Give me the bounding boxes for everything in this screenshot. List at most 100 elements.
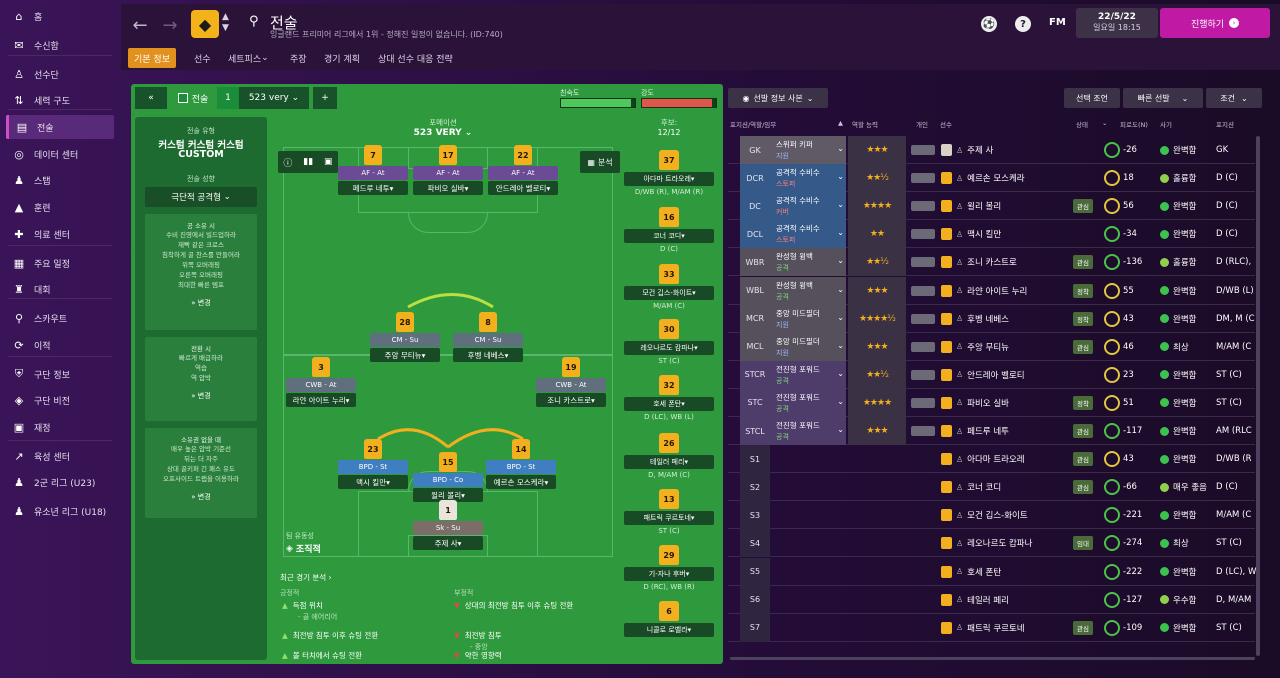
row-position[interactable]: DCR <box>740 164 770 193</box>
row-position[interactable]: GK <box>740 136 770 164</box>
player-role[interactable]: AF - At <box>488 166 558 180</box>
row-player[interactable]: ♙ 예르손 모스케라 <box>941 164 1025 192</box>
horizontal-scrollbar[interactable] <box>730 657 1255 660</box>
player-name[interactable]: 페드루 네투 ▾ <box>338 181 408 195</box>
row-role[interactable]: 공격적 수비수 스토퍼 ⌄ <box>770 164 846 193</box>
row-player[interactable]: ♙ 페드루 네투 <box>941 417 1009 445</box>
analysis-title[interactable]: 최근 경기 분석 › <box>280 572 332 583</box>
player-role[interactable]: CWB - At <box>286 378 356 392</box>
tactic-slot[interactable]: 1 <box>217 87 239 109</box>
row-role[interactable]: 전진형 포워드 공격 ⌄ <box>770 417 846 445</box>
individual-instructions-icon[interactable] <box>911 285 935 296</box>
player-name[interactable]: 안드레아 벨로티 ▾ <box>488 181 558 195</box>
row-role[interactable]: 전진형 포워드 공격 ⌄ <box>770 360 846 389</box>
row-position[interactable]: S2 <box>740 473 770 502</box>
sub-player-name[interactable]: 아다마 트라오레 ▾ <box>624 172 714 186</box>
sub-player-name[interactable]: 패트릭 쿠르토네 ▾ <box>624 511 714 525</box>
sub-player-name[interactable]: 테일러 페리 ▾ <box>624 455 714 469</box>
player-role[interactable]: AF - At <box>413 166 483 180</box>
tab-1[interactable]: 선수 <box>188 48 217 68</box>
row-role[interactable]: 중앙 미드필더 지원 ⌄ <box>770 304 846 333</box>
help-icon[interactable]: ? <box>1015 16 1031 32</box>
pitch-player[interactable]: 15 BPD - Co 윌리 볼리 ▾ <box>413 452 483 502</box>
pitch-player[interactable]: 14 BPD - St 예르손 모스케라 ▾ <box>486 439 556 489</box>
view-dropdown[interactable]: ◉ 선발 정보 사본 ⌄ <box>728 88 828 108</box>
row-position[interactable]: DCL <box>740 220 770 249</box>
table-row[interactable]: DC 공격적 수비수 커버 ⌄ ★★★★ ♙ 윌리 볼리 관심 56 완벽함 D (C) <box>728 192 1255 221</box>
table-row[interactable]: MCR 중앙 미드필더 지원 ⌄ ★★★★½ ♙ 후벵 네베스 정착 43 완벽함 DM, M (C <box>728 304 1255 333</box>
table-row[interactable]: WBL 완성형 윙백 공격 ⌄ ★★★ ♙ 라얀 아이트 누리 정착 55 완벽함 D/WB (L) <box>728 276 1255 305</box>
sidebar-item-medical[interactable]: ✚ 의료 센터 <box>6 222 114 246</box>
table-row[interactable]: S1 ♙ 아다마 트라오레 관심 43 완벽함 D/WB (R <box>728 445 1255 474</box>
table-row[interactable]: S4 ♙ 레오나르도 캄파나 임대 -274 최상 ST (C) <box>728 529 1255 558</box>
pitch-player[interactable]: 17 AF - At 파비오 실바 ▾ <box>413 145 483 195</box>
row-player[interactable]: ♙ 윌리 볼리 <box>941 192 1001 220</box>
table-row[interactable]: S6 ♙ 테일러 페리 -127 우수함 D, M/AM <box>728 585 1255 614</box>
row-role[interactable]: 스위퍼 키퍼 지원 ⌄ <box>770 136 846 164</box>
search-icon[interactable]: ⚲ <box>249 14 259 29</box>
row-role[interactable]: 공격적 수비수 스토퍼 ⌄ <box>770 220 846 249</box>
player-role[interactable]: BPD - Co <box>413 473 483 487</box>
row-player[interactable]: ♙ 주제 사 <box>941 136 993 164</box>
tab-4[interactable]: 경기 계획 <box>318 48 366 68</box>
row-position[interactable]: WBR <box>740 248 770 277</box>
negative-item[interactable]: ▼ 상대의 최전방 침투 이후 슈팅 전환 <box>454 600 573 611</box>
individual-instructions-icon[interactable] <box>911 173 935 184</box>
individual-instructions-icon[interactable] <box>911 313 935 324</box>
row-role[interactable] <box>770 586 846 614</box>
col-status[interactable]: 상태 <box>1076 119 1088 129</box>
mentality-dropdown[interactable]: 극단적 공격형 ⌄ <box>145 187 257 207</box>
row-position[interactable]: DC <box>740 192 770 221</box>
row-player[interactable]: ♙ 테일러 페리 <box>941 586 1009 614</box>
sub-player[interactable]: 6 니콜로 로벨라 ▾ <box>624 601 714 639</box>
row-role[interactable] <box>770 501 846 529</box>
table-row[interactable]: S5 ♙ 호세 폰탄 -222 완벽함 D (LC), W <box>728 557 1256 586</box>
ball-icon[interactable]: ⚽ <box>981 16 997 32</box>
col-fatigue[interactable]: 피로도(N) <box>1120 119 1148 129</box>
familiarity-meter[interactable] <box>560 98 636 108</box>
sidebar-item-inbox[interactable]: ✉ 수신함 <box>6 33 114 57</box>
transition-change-button[interactable]: » 변경 <box>145 391 257 401</box>
col-position-rating[interactable]: 포지션 <box>1216 119 1234 129</box>
player-role[interactable]: CM - Su <box>370 333 440 347</box>
tab-2[interactable]: 세트피스 ⌄ <box>222 48 275 68</box>
sub-player[interactable]: 30 레오나르도 캄파나 ▾ ST (C) <box>624 319 714 365</box>
sidebar-item-home[interactable]: ⌂ 홈 <box>6 4 114 28</box>
positive-item[interactable]: ▲ 볼 터치에서 슈팅 전환 <box>282 650 362 661</box>
sub-player[interactable]: 13 패트릭 쿠르토네 ▾ ST (C) <box>624 489 714 535</box>
row-role[interactable]: 완성형 윙백 공격 ⌄ <box>770 248 846 277</box>
row-position[interactable]: MCL <box>740 332 770 361</box>
col-role-ability[interactable]: 역할 능력 <box>852 119 878 129</box>
table-row[interactable]: STCL 전진형 포워드 공격 ⌄ ★★★ ♙ 페드루 네투 관심 -117 완벽함 AM (RLC <box>728 417 1255 445</box>
sidebar-item-staff[interactable]: ♟ 스탭 <box>6 168 114 192</box>
row-position[interactable]: STCR <box>740 360 770 389</box>
table-row[interactable]: S2 ♙ 코너 코디 관심 -66 매우 좋음 D (C) <box>728 473 1255 502</box>
row-position[interactable]: MCR <box>740 304 770 333</box>
club-switch-icon[interactable]: ▲ ▼ <box>222 12 229 34</box>
table-row[interactable]: STCR 전진형 포워드 공격 ⌄ ★★½ ♙ 안드레아 벨로티 23 완벽함 ST (C) <box>728 360 1255 389</box>
player-name[interactable]: 후벵 네베스 ▾ <box>453 348 523 362</box>
player-name[interactable]: 예르손 모스케라 ▾ <box>486 475 556 489</box>
table-row[interactable]: DCR 공격적 수비수 스토퍼 ⌄ ★★½ ♙ 예르손 모스케라 18 훌륭함 D (C) <box>728 164 1255 193</box>
row-position[interactable]: STC <box>740 388 770 417</box>
club-crest-icon[interactable]: ◆ <box>191 10 219 38</box>
sidebar-item-squad[interactable]: ♙ 선수단 <box>6 62 114 86</box>
forward-button[interactable]: → <box>159 14 181 36</box>
row-player[interactable]: ♙ 코너 코디 <box>941 473 1001 501</box>
positive-item[interactable]: ▲ 득점 위치 <box>282 600 323 611</box>
positive-item[interactable]: ▲ 최전방 침투 이후 슈팅 전환 <box>282 630 378 641</box>
sidebar-item-calendar[interactable]: ▦ 주요 일정 <box>6 251 114 275</box>
row-position[interactable]: WBL <box>740 276 770 305</box>
table-row[interactable]: MCL 중앙 미드필더 지원 ⌄ ★★★ ♙ 주앙 무티뉴 관심 46 최상 M/AM (C <box>728 332 1255 361</box>
row-position[interactable]: S4 <box>740 529 770 558</box>
table-row[interactable]: GK 스위퍼 키퍼 지원 ⌄ ★★★ ♙ 주제 사 -26 완벽함 GK <box>728 136 1255 164</box>
row-role[interactable] <box>770 445 846 473</box>
row-role[interactable]: 공격적 수비수 커버 ⌄ <box>770 192 846 221</box>
row-player[interactable]: ♙ 조니 카스트로 <box>941 248 1017 276</box>
sidebar-item-finance[interactable]: ▣ 재정 <box>6 415 114 439</box>
fluidity-value[interactable]: ◈ 조직적 <box>286 542 321 556</box>
filter-button[interactable]: 조건 ⌄ <box>1206 88 1262 108</box>
player-name[interactable]: 맥시 킬만 ▾ <box>338 475 408 489</box>
row-player[interactable]: ♙ 모건 깁스-화이트 <box>941 501 1028 529</box>
player-name[interactable]: 주앙 무티뉴 ▾ <box>370 348 440 362</box>
